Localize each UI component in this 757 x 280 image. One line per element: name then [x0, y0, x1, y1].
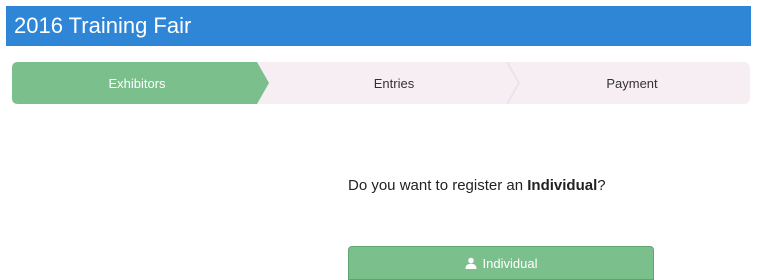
user-icon [465, 257, 477, 269]
wizard-progress: Exhibitors Entries Payment [12, 62, 750, 104]
step-payment-label: Payment [606, 75, 658, 91]
step-exhibitors-label: Exhibitors [108, 75, 166, 91]
individual-button-label: Individual [482, 255, 538, 271]
step-payment[interactable]: Payment [512, 62, 752, 104]
individual-button[interactable]: Individual [348, 246, 654, 280]
question-mark: ? [597, 177, 606, 194]
page-title: 2016 Training Fair [14, 13, 192, 38]
question-text: Do you want to register an [348, 177, 528, 194]
step-exhibitors[interactable]: Exhibitors [12, 62, 262, 104]
step-entries[interactable]: Entries [269, 62, 519, 104]
register-question: Do you want to register an Individual? [348, 177, 606, 194]
question-emphasis: Individual [527, 177, 598, 194]
step-entries-label: Entries [373, 75, 415, 91]
page-header: 2016 Training Fair [6, 6, 751, 46]
